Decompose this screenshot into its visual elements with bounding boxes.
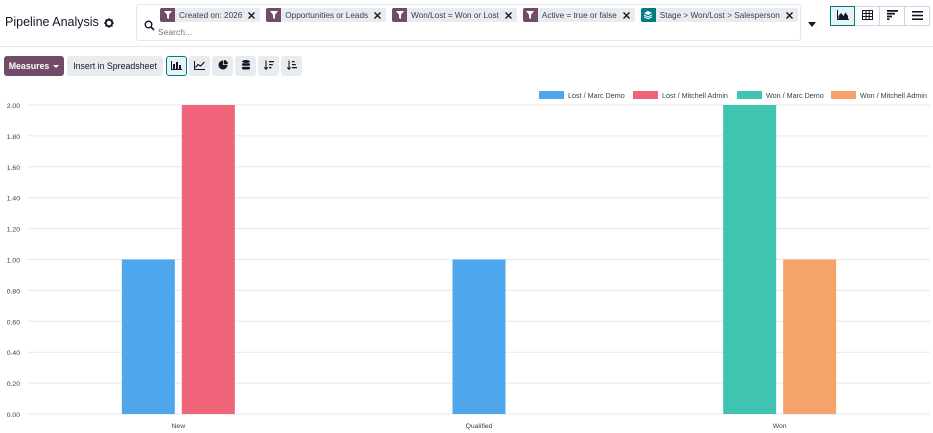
- bar[interactable]: [723, 105, 777, 414]
- y-tick-label: 1.60: [7, 165, 20, 172]
- legend-swatch[interactable]: [633, 91, 658, 99]
- sort-descending-button[interactable]: [258, 56, 279, 76]
- close-icon[interactable]: [247, 11, 256, 20]
- facet-label: Opportunities or Leads: [285, 10, 369, 20]
- table-icon: [861, 7, 873, 25]
- measures-button[interactable]: Measures: [4, 56, 64, 76]
- page-title-text: Pipeline Analysis: [5, 15, 99, 29]
- bar[interactable]: [783, 259, 837, 415]
- filter-icon: [522, 8, 538, 22]
- search-box: Created on: 2026 Opportunities or Leads Wo…: [136, 4, 801, 41]
- bar-chart-icon: [171, 57, 182, 75]
- y-tick-label: 1.20: [7, 227, 20, 234]
- search-icon: [144, 18, 155, 31]
- layers-icon: [640, 8, 656, 22]
- stacked-button[interactable]: [235, 56, 256, 76]
- chart-mode-buttons: [166, 56, 302, 76]
- page-title: Pipeline Analysis: [5, 15, 114, 29]
- y-tick-label: 1.00: [7, 258, 20, 265]
- y-tick-label: 0.40: [7, 350, 20, 357]
- search-options-toggle[interactable]: [802, 4, 821, 41]
- caret-down-icon: [53, 64, 60, 68]
- x-tick-label: Won: [773, 423, 787, 430]
- filter-facet[interactable]: Active = true or false: [522, 8, 635, 22]
- bar[interactable]: [121, 259, 175, 415]
- filter-facet[interactable]: Opportunities or Leads: [266, 8, 387, 22]
- area-chart-icon: [836, 7, 849, 25]
- legend-label[interactable]: Lost / Marc Demo: [568, 91, 625, 100]
- legend-swatch[interactable]: [737, 91, 762, 99]
- search-input[interactable]: [158, 27, 658, 37]
- y-tick-label: 0.80: [7, 288, 20, 295]
- view-pivot-button[interactable]: [855, 6, 880, 26]
- pie-chart-icon: [218, 57, 228, 75]
- legend-label[interactable]: Won / Marc Demo: [766, 91, 824, 100]
- facet-label: Won/Lost = Won or Lost: [411, 10, 499, 20]
- filter-facet[interactable]: Won/Lost = Won or Lost: [392, 8, 517, 22]
- bar[interactable]: [452, 259, 506, 415]
- sort-descending-icon: [263, 57, 274, 75]
- facet-label: Stage > Won/Lost > Salesperson: [659, 10, 780, 20]
- filter-icon: [266, 8, 282, 22]
- legend-label[interactable]: Lost / Mitchell Admin: [662, 91, 728, 100]
- list-icon: [911, 7, 923, 25]
- database-icon: [241, 57, 250, 75]
- legend-swatch[interactable]: [539, 91, 564, 99]
- facet-label: Created on: 2026: [179, 10, 243, 20]
- view-switcher: [830, 6, 930, 26]
- y-tick-label: 0.20: [7, 381, 20, 388]
- view-cohort-button[interactable]: [880, 6, 905, 26]
- x-tick-label: Qualified: [466, 423, 493, 430]
- close-icon[interactable]: [373, 11, 382, 20]
- filter-icon: [392, 8, 408, 22]
- graph-area: 0.00 0.20 0.40 0.60 0.80 1.00 1.20 1.40 1.60 1.80…: [0, 84, 933, 433]
- search-facets: Created on: 2026 Opportunities or Leads Wo…: [160, 8, 798, 22]
- caret-down-icon: [807, 14, 816, 32]
- insert-in-spreadsheet-button[interactable]: Insert in Spreadsheet: [67, 56, 163, 76]
- pie-chart-button[interactable]: [212, 56, 233, 76]
- graph-toolbar: Measures Insert in Spreadsheet: [0, 53, 933, 77]
- line-chart-button[interactable]: [189, 56, 210, 76]
- sort-ascending-button[interactable]: [281, 56, 302, 76]
- facet-label: Active = true or false: [541, 10, 617, 20]
- bar-chart-button[interactable]: [166, 56, 187, 76]
- view-graph-button[interactable]: [830, 6, 855, 26]
- gear-icon[interactable]: [104, 17, 114, 28]
- bar[interactable]: [181, 105, 235, 414]
- cohort-icon: [886, 7, 898, 25]
- filter-facet[interactable]: Created on: 2026: [160, 8, 261, 22]
- y-tick-label: 1.40: [7, 196, 20, 203]
- legend-swatch[interactable]: [831, 91, 856, 99]
- line-chart-icon: [194, 57, 205, 75]
- view-list-button[interactable]: [905, 6, 930, 26]
- groupby-facet[interactable]: Stage > Won/Lost > Salesperson: [640, 8, 798, 22]
- close-icon[interactable]: [504, 11, 513, 20]
- close-icon[interactable]: [622, 11, 631, 20]
- measures-label: Measures: [8, 61, 50, 71]
- y-tick-label: 2.00: [7, 103, 20, 110]
- filter-icon: [160, 8, 175, 22]
- y-tick-label: 0.60: [7, 319, 20, 326]
- control-panel: Pipeline Analysis Created on: 2026 Opport…: [0, 0, 933, 47]
- bar-chart: 0.00 0.20 0.40 0.60 0.80 1.00 1.20 1.40 1.60 1.80…: [7, 91, 930, 430]
- legend-label[interactable]: Won / Mitchell Admin: [860, 91, 927, 100]
- x-tick-label: New: [172, 423, 186, 430]
- y-tick-label: 0.00: [7, 412, 20, 419]
- close-icon[interactable]: [785, 11, 794, 20]
- y-tick-label: 1.80: [7, 134, 20, 141]
- sort-ascending-icon: [286, 57, 297, 75]
